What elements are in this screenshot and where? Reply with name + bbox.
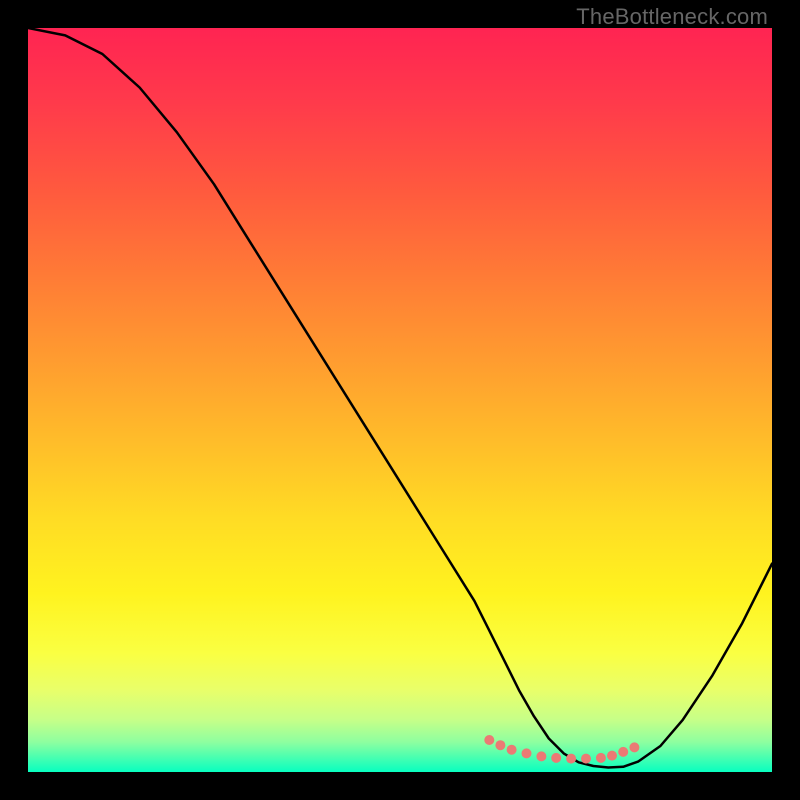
chart-frame: TheBottleneck.com — [0, 0, 800, 800]
highlighted-range-markers — [484, 735, 639, 764]
marker-dot — [607, 751, 617, 761]
marker-dot — [551, 753, 561, 763]
marker-dot — [536, 751, 546, 761]
marker-dot — [484, 735, 494, 745]
curve-svg — [28, 28, 772, 772]
marker-dot — [596, 753, 606, 763]
plot-area — [28, 28, 772, 772]
bottleneck-curve — [28, 28, 772, 768]
watermark-text: TheBottleneck.com — [576, 4, 768, 30]
marker-dot — [566, 754, 576, 764]
marker-dot — [495, 740, 505, 750]
marker-dot — [618, 747, 628, 757]
marker-dot — [522, 748, 532, 758]
marker-dot — [629, 742, 639, 752]
marker-dot — [581, 754, 591, 764]
marker-dot — [507, 745, 517, 755]
